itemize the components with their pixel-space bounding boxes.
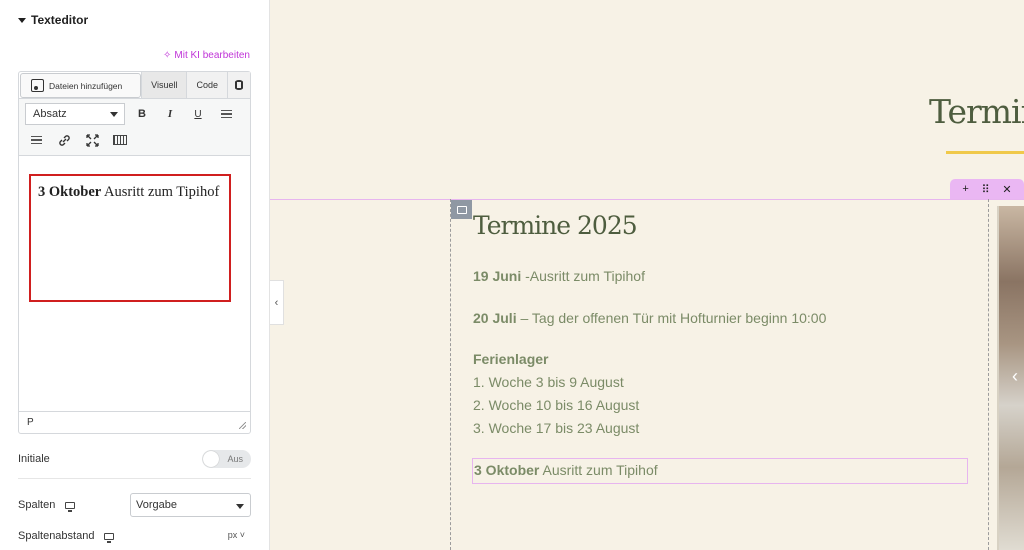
initial-label: Initiale — [18, 453, 50, 465]
initial-toggle-state: Aus — [227, 454, 243, 464]
database-icon — [235, 80, 243, 90]
keyboard-icon — [113, 135, 127, 145]
image-slider[interactable] — [997, 206, 1024, 550]
column-gap-label: Spaltenabstand — [18, 530, 95, 542]
editor-content-area[interactable]: 3 Oktober Ausritt zum Tipihof — [29, 174, 231, 302]
paragraph-format-select[interactable]: Absatz — [25, 103, 125, 125]
columns-select[interactable]: Vorgabe — [130, 493, 251, 517]
initial-row: Initiale Aus — [18, 450, 251, 468]
ai-edit-label: Mit KI bearbeiten — [174, 50, 250, 61]
caret-down-icon — [18, 17, 26, 23]
dynamic-tags-button[interactable] — [227, 72, 250, 98]
media-icon — [31, 79, 44, 92]
sparkle-icon: ✧ — [163, 50, 172, 61]
event-date: 19 Juni — [473, 268, 522, 284]
camp-heading: Ferienlager — [473, 351, 549, 367]
formatting-toolbar: Absatz B I U — [19, 98, 250, 156]
toolbar-toggle-button[interactable] — [111, 131, 129, 149]
event-date: 3 Oktober — [474, 462, 540, 478]
text-editor: Dateien hinzufügen Visuell Code Absatz B… — [18, 71, 251, 434]
content-text: Ausritt zum Tipihof — [101, 184, 220, 200]
bullet-list-button[interactable] — [217, 105, 235, 123]
column-gap-row: Spaltenabstand px ˅ — [18, 529, 251, 543]
tab-visual[interactable]: Visuell — [141, 72, 187, 98]
format-select-value: Absatz — [33, 108, 67, 120]
tab-code[interactable]: Code — [186, 72, 227, 98]
edit-widget-button[interactable] — [451, 200, 472, 219]
event-item: 19 Juni -Ausritt zum Tipihof — [473, 268, 645, 284]
preview-canvas: Termine + ⠿ ✕ Termine 2025 19 Juni -Ausr… — [270, 0, 1024, 550]
content-bold-text: 3 Oktober — [38, 184, 102, 200]
add-media-button[interactable]: Dateien hinzufügen — [20, 73, 141, 98]
fullscreen-icon — [85, 133, 99, 147]
event-text: Ausritt zum Tipihof — [539, 462, 658, 478]
widget-icon — [456, 205, 467, 214]
drag-handle-icon[interactable]: ⠿ — [982, 183, 990, 196]
unit-value: px — [227, 530, 238, 540]
event-text: – Tag der offenen Tür mit Hofturnier beg… — [516, 310, 827, 326]
content-title: Termine 2025 — [473, 211, 638, 240]
event-text: -Ausritt zum Tipihof — [521, 268, 645, 284]
camp-week: 2. Woche 10 bis 16 August — [473, 397, 640, 413]
divider — [18, 478, 251, 479]
event-item: 20 Juli – Tag der offenen Tür mit Hoftur… — [473, 310, 826, 326]
resize-grip-icon[interactable] — [239, 422, 246, 429]
numbered-list-icon — [30, 135, 42, 145]
hero-title: Termine — [929, 92, 1024, 131]
monitor-icon[interactable] — [104, 532, 115, 543]
section-handle: + ⠿ ✕ — [950, 179, 1024, 199]
editor-panel: Texteditor ✧ Mit KI bearbeiten Dateien h… — [0, 0, 270, 550]
columns-label: Spalten — [18, 499, 56, 511]
link-icon — [58, 134, 70, 146]
editor-statusbar: P — [19, 411, 250, 433]
editor-tabs: Visuell Code — [141, 72, 250, 98]
ai-edit-link[interactable]: ✧ Mit KI bearbeiten — [163, 50, 250, 61]
italic-button[interactable]: I — [161, 105, 179, 123]
element-path: P — [27, 417, 34, 428]
underline-button[interactable]: U — [189, 105, 207, 123]
fullscreen-button[interactable] — [83, 131, 101, 149]
event-date: 20 Juli — [473, 310, 517, 326]
section-title: Texteditor — [31, 13, 89, 27]
columns-select-value: Vorgabe — [136, 499, 177, 511]
chevron-down-icon — [110, 112, 118, 117]
texteditor-section-toggle[interactable]: Texteditor — [18, 13, 88, 27]
bullet-list-icon — [220, 109, 232, 119]
chevron-down-icon — [236, 504, 244, 509]
add-section-icon[interactable]: + — [962, 183, 968, 195]
title-underline — [946, 151, 1024, 154]
unit-select[interactable]: px ˅ — [228, 530, 245, 540]
selected-text-widget[interactable]: 3 Oktober Ausritt zum Tipihof — [472, 458, 968, 484]
monitor-icon[interactable] — [65, 501, 76, 512]
camp-week: 1. Woche 3 bis 9 August — [473, 374, 624, 390]
bold-button[interactable]: B — [133, 105, 151, 123]
insert-link-button[interactable] — [55, 131, 73, 149]
camp-week: 3. Woche 17 bis 23 August — [473, 420, 640, 436]
initial-toggle[interactable]: Aus — [202, 450, 251, 468]
columns-row: Spalten Vorgabe — [18, 493, 251, 517]
numbered-list-button[interactable] — [27, 131, 45, 149]
close-icon[interactable]: ✕ — [1002, 183, 1011, 196]
add-media-label: Dateien hinzufügen — [49, 80, 123, 91]
